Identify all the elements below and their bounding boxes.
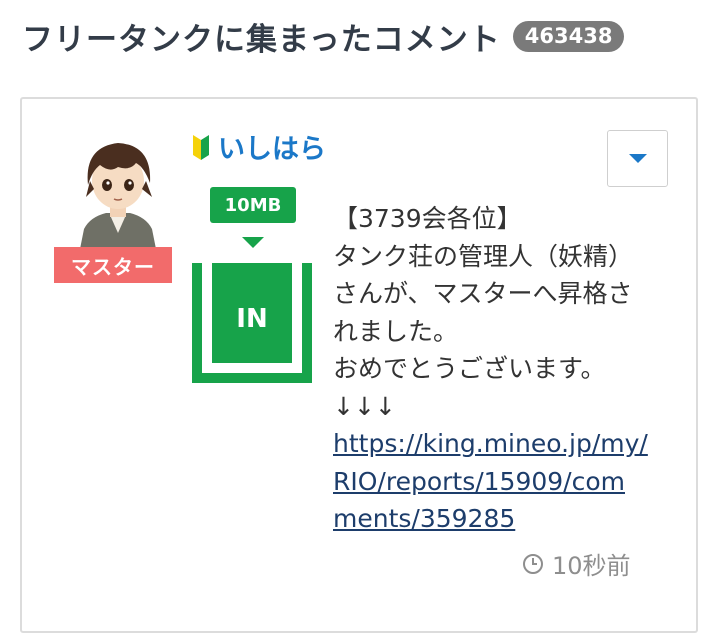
tank-direction-label: IN (236, 304, 268, 334)
user-info: いしはら (192, 127, 326, 166)
page-title: フリータンクに集まったコメント (22, 22, 501, 58)
comment-line: タンク荘の管理人（妖精）さんが、マスターへ昇格されました。 (333, 241, 634, 346)
comment-line: おめでとうございます。 (333, 354, 606, 383)
clock-icon (523, 553, 543, 574)
tank-in-arrow-icon (242, 237, 264, 248)
rank-badge: マスター (54, 247, 172, 283)
comment-count-badge: 463438 (512, 21, 625, 52)
comment-card: マスター いしはら 10MB IN 【3739会各位】 タンク荘の管理人（妖精）… (20, 97, 698, 633)
username-link[interactable]: いしはら (218, 127, 326, 166)
comment-timestamp: 10秒前 (522, 546, 631, 581)
timestamp-text: 10秒前 (552, 552, 631, 580)
tank-amount-tag: 10MB (210, 187, 296, 223)
comment-line: ↓↓↓ (333, 391, 396, 421)
beginner-mark-icon (193, 134, 209, 160)
user-avatar[interactable] (70, 137, 166, 249)
comment-menu-button[interactable] (607, 130, 668, 187)
comment-body: 【3739会各位】 タンク荘の管理人（妖精）さんが、マスターへ昇格されました。 … (333, 200, 649, 538)
report-link[interactable]: https://king.mineo.jp/my/RIO/reports/159… (333, 429, 648, 533)
page-header: フリータンクに集まったコメント 463438 (22, 14, 625, 59)
comment-line: 【3739会各位】 (333, 204, 522, 233)
chevron-down-icon (628, 154, 647, 163)
